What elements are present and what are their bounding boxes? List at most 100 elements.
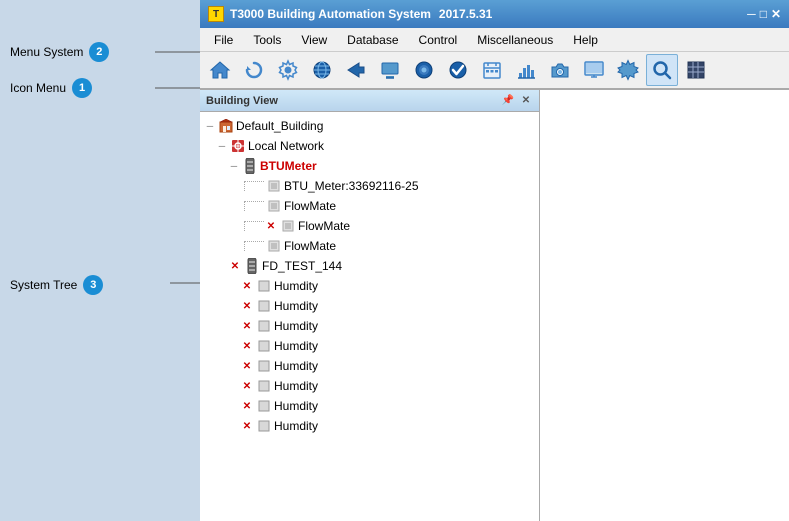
tree-item-humidity-5[interactable]: ✕ Humdity (200, 356, 539, 376)
tree-item-humidity-7[interactable]: ✕ Humdity (200, 396, 539, 416)
calendar-button[interactable] (476, 54, 508, 86)
humidity-icon-1 (256, 278, 272, 294)
btumeter-icon (242, 158, 258, 174)
expander-local-network[interactable]: ─ (216, 140, 228, 152)
tree-container[interactable]: ─ Default_Building ─ (200, 112, 539, 521)
annotation-label-system-tree: System Tree (10, 278, 77, 292)
home-button[interactable] (204, 54, 236, 86)
label-flowmate-1: FlowMate (284, 199, 336, 213)
annotation-label-menu-system: Menu System (10, 45, 83, 59)
close-button[interactable]: ✕ (771, 7, 781, 21)
building-icon (218, 118, 234, 134)
error-icon-fd-test: ✕ (230, 261, 240, 272)
monitor-button[interactable] (578, 54, 610, 86)
menu-view[interactable]: View (291, 31, 337, 49)
menu-bar: File Tools View Database Control Miscell… (200, 28, 789, 52)
annotation-system-tree: System Tree 3 (10, 275, 103, 295)
tree-item-flowmate-2[interactable]: ✕ FlowMate (200, 216, 539, 236)
error-icon-humidity-5: ✕ (242, 361, 252, 372)
verify-button[interactable] (442, 54, 474, 86)
error-icon-humidity-1: ✕ (242, 281, 252, 292)
label-humidity-1: Humdity (274, 279, 318, 293)
large-gear-button[interactable] (612, 54, 644, 86)
camera-button[interactable] (544, 54, 576, 86)
label-humidity-8: Humdity (274, 419, 318, 433)
panel-controls: 📌 ✕ (501, 94, 533, 108)
annotation-label-icon-menu: Icon Menu (10, 81, 66, 95)
menu-control[interactable]: Control (409, 31, 468, 49)
search-button[interactable] (646, 54, 678, 86)
tree-item-local-network[interactable]: ─ Local Network (200, 136, 539, 156)
label-humidity-6: Humdity (274, 379, 318, 393)
label-humidity-5: Humdity (274, 359, 318, 373)
flowmate-icon-2 (280, 218, 296, 234)
panel-pin-button[interactable]: 📌 (501, 94, 515, 108)
title-bar: T T3000 Building Automation System 2017.… (200, 0, 789, 28)
error-icon-humidity-4: ✕ (242, 341, 252, 352)
expander-btumeter[interactable]: ─ (228, 160, 240, 172)
panel-title: Building View (206, 95, 278, 107)
menu-database[interactable]: Database (337, 31, 408, 49)
building-view-panel: Building View 📌 ✕ ─ (200, 90, 540, 521)
tree-item-humidity-2[interactable]: ✕ Humdity (200, 296, 539, 316)
humidity-icon-2 (256, 298, 272, 314)
flowmate-icon-3 (266, 238, 282, 254)
refresh-button[interactable] (238, 54, 270, 86)
label-fd-test: FD_TEST_144 (262, 259, 342, 273)
menu-miscellaneous[interactable]: Miscellaneous (467, 31, 563, 49)
humidity-icon-3 (256, 318, 272, 334)
panel-close-button[interactable]: ✕ (519, 94, 533, 108)
humidity-icon-7 (256, 398, 272, 414)
tree-item-humidity-6[interactable]: ✕ Humdity (200, 376, 539, 396)
annotation-badge-system-tree: 3 (83, 275, 103, 295)
arrow-button[interactable] (340, 54, 372, 86)
annotation-badge-menu-system: 2 (89, 42, 109, 62)
tree-item-flowmate-3[interactable]: FlowMate (200, 236, 539, 256)
signal-button[interactable] (408, 54, 440, 86)
humidity-icon-4 (256, 338, 272, 354)
humidity-icon-8 (256, 418, 272, 434)
fd-test-icon (244, 258, 260, 274)
maximize-button[interactable]: □ (760, 7, 767, 21)
humidity-icon-5 (256, 358, 272, 374)
tree-item-humidity-1[interactable]: ✕ Humdity (200, 276, 539, 296)
tree-item-default-building[interactable]: ─ Default_Building (200, 116, 539, 136)
app-version: 2017.5.31 (439, 7, 492, 21)
tree-item-fd-test[interactable]: ✕ FD_TEST_144 (200, 256, 539, 276)
error-icon-humidity-3: ✕ (242, 321, 252, 332)
computer-button[interactable] (374, 54, 406, 86)
tree-item-humidity-8[interactable]: ✕ Humdity (200, 416, 539, 436)
tree-item-btu-meter-device[interactable]: BTU_Meter:33692116-25 (200, 176, 539, 196)
error-icon-humidity-8: ✕ (242, 421, 252, 432)
expander-default-building[interactable]: ─ (204, 120, 216, 132)
minimize-button[interactable]: ─ (747, 7, 756, 21)
humidity-icon-6 (256, 378, 272, 394)
menu-tools[interactable]: Tools (243, 31, 291, 49)
menu-file[interactable]: File (204, 31, 243, 49)
label-local-network: Local Network (248, 139, 324, 153)
tree-item-btumeter[interactable]: ─ BTUMeter (200, 156, 539, 176)
chart-button[interactable] (510, 54, 542, 86)
error-icon-humidity-2: ✕ (242, 301, 252, 312)
sidebar-annotations: Menu System 2 Icon Menu 1 System Tree 3 (0, 0, 200, 521)
tree-item-flowmate-1[interactable]: FlowMate (200, 196, 539, 216)
flowmate-icon-1 (266, 198, 282, 214)
tree-item-humidity-4[interactable]: ✕ Humdity (200, 336, 539, 356)
grid-button[interactable] (680, 54, 712, 86)
tree-item-humidity-3[interactable]: ✕ Humdity (200, 316, 539, 336)
app-title: T3000 Building Automation System (230, 7, 431, 21)
settings-button[interactable] (272, 54, 304, 86)
menu-help[interactable]: Help (563, 31, 608, 49)
label-humidity-4: Humdity (274, 339, 318, 353)
icon-toolbar (200, 52, 789, 90)
error-icon-humidity-6: ✕ (242, 381, 252, 392)
error-icon-humidity-7: ✕ (242, 401, 252, 412)
device-icon-btu (266, 178, 282, 194)
network-button[interactable] (306, 54, 338, 86)
label-default-building: Default_Building (236, 119, 323, 133)
annotation-menu-system: Menu System 2 (10, 42, 109, 62)
label-btumeter: BTUMeter (260, 159, 317, 173)
label-btu-meter-device: BTU_Meter:33692116-25 (284, 179, 419, 193)
label-flowmate-2: FlowMate (298, 219, 350, 233)
annotation-badge-icon-menu: 1 (72, 78, 92, 98)
